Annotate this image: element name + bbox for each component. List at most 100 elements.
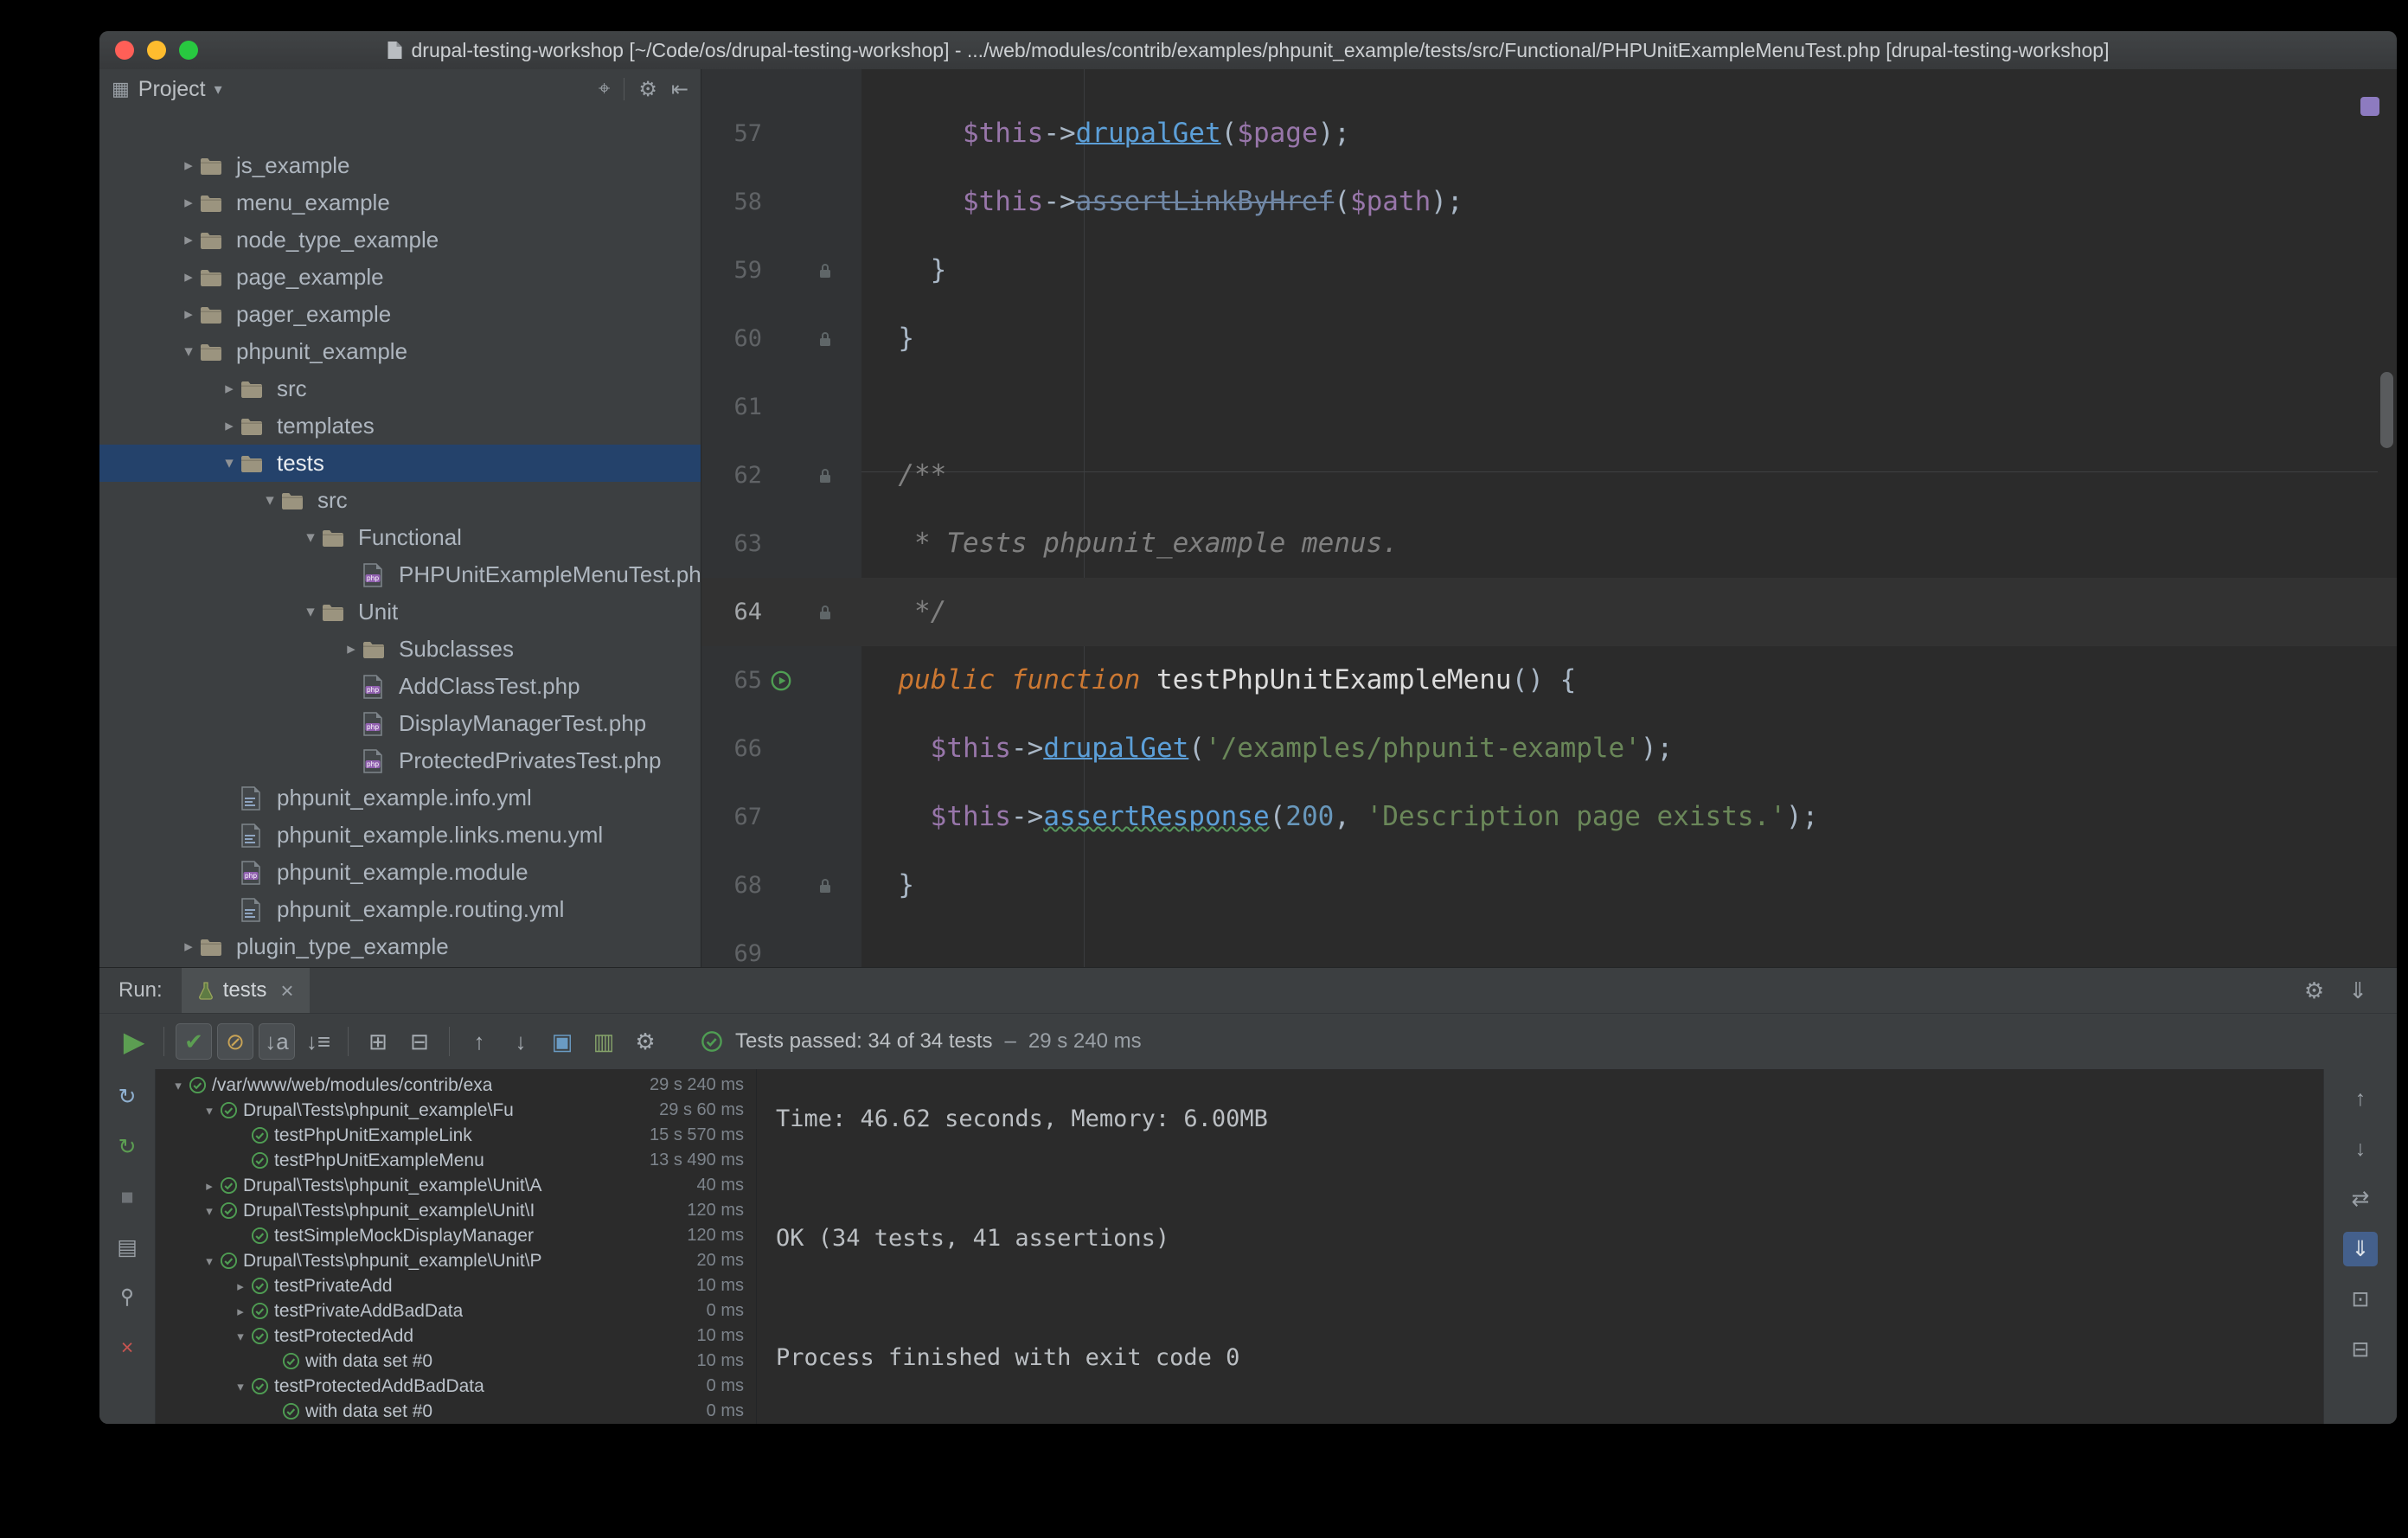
next-occurrence-icon[interactable]: ↓ bbox=[503, 1023, 539, 1060]
tree-arrow-icon[interactable]: ▸ bbox=[199, 1178, 220, 1194]
close-window-button[interactable] bbox=[115, 41, 134, 60]
project-tree-item-Unit[interactable]: ▾ Unit bbox=[99, 593, 701, 631]
hide-panel-icon[interactable]: ⇤ bbox=[671, 77, 688, 102]
locate-file-icon[interactable]: ⌖ bbox=[599, 77, 611, 101]
test-tree-item-with-data-set-#0[interactable]: with data set #0 0 ms bbox=[156, 1399, 756, 1424]
test-tree-item-testPhpUnitExampleMenu[interactable]: testPhpUnitExampleMenu 13 s 490 ms bbox=[156, 1148, 756, 1173]
project-tree-item-src[interactable]: ▸ src bbox=[99, 370, 701, 407]
scroll-down-icon[interactable]: ↓ bbox=[2343, 1131, 2378, 1166]
editor-line-69[interactable]: 69 bbox=[701, 920, 2397, 967]
pin-icon[interactable] bbox=[112, 1282, 143, 1313]
project-tree-item-node_type_example[interactable]: ▸ node_type_example bbox=[99, 221, 701, 259]
test-tree-item-Drupal-Tests-phpunit-example-Unit-A[interactable]: ▸ Drupal\Tests\phpunit_example\Unit\A 40 m… bbox=[156, 1173, 756, 1198]
editor-line-63[interactable]: 63 * Tests phpunit_example menus. bbox=[701, 509, 2397, 578]
zoom-window-button[interactable] bbox=[179, 41, 198, 60]
editor-line-59[interactable]: 59 } bbox=[701, 236, 2397, 304]
test-tree-item--var-www-web-modules-contrib-exa[interactable]: ▾ /var/www/web/modules/contrib/exa 29 s 24… bbox=[156, 1073, 756, 1098]
project-panel-title[interactable]: Project bbox=[138, 77, 206, 102]
console-icon[interactable]: ▤ bbox=[112, 1232, 143, 1263]
stop-icon[interactable]: ■ bbox=[112, 1182, 143, 1213]
editor-line-65[interactable]: 65 public function testPhpUnitExampleMen… bbox=[701, 646, 2397, 715]
inspection-indicator[interactable] bbox=[2360, 97, 2379, 116]
chevron-down-icon[interactable]: ▾ bbox=[215, 80, 222, 99]
test-settings-gear-icon[interactable]: ⚙ bbox=[627, 1023, 663, 1060]
test-tree-item-testPrivateAdd[interactable]: ▸ testPrivateAdd 10 ms bbox=[156, 1273, 756, 1298]
tree-arrow-icon[interactable]: ▾ bbox=[199, 1203, 220, 1219]
dock-pinned-icon[interactable]: ⇓ bbox=[2348, 977, 2367, 1004]
tree-arrow-icon[interactable]: ▸ bbox=[230, 1304, 251, 1319]
project-tree-item-templates[interactable]: ▸ templates bbox=[99, 407, 701, 445]
project-tree-item-Functional[interactable]: ▾ Functional bbox=[99, 519, 701, 556]
run-test-gutter-icon[interactable] bbox=[769, 669, 793, 693]
settings-gear-icon[interactable]: ⚙ bbox=[638, 77, 657, 102]
run-tab-tests[interactable]: tests × bbox=[181, 968, 310, 1013]
print-icon[interactable]: ⊡ bbox=[2343, 1282, 2378, 1317]
tree-arrow-icon[interactable]: ▸ bbox=[230, 1278, 251, 1294]
show-passed-icon[interactable]: ✔ bbox=[176, 1023, 212, 1060]
tree-arrow-icon[interactable]: ▸ bbox=[218, 370, 240, 407]
minimize-window-button[interactable] bbox=[147, 41, 166, 60]
project-tree-item-AddClassTest.php[interactable]: php AddClassTest.php bbox=[99, 668, 701, 705]
project-tree-item-src[interactable]: ▾ src bbox=[99, 482, 701, 519]
tree-arrow-icon[interactable]: ▸ bbox=[177, 928, 200, 965]
close-tab-icon[interactable]: × bbox=[280, 977, 293, 1004]
test-tree-item-testProtectedAddBadData[interactable]: ▾ testProtectedAddBadData 0 ms bbox=[156, 1374, 756, 1399]
tree-arrow-icon[interactable]: ▾ bbox=[299, 593, 322, 631]
project-tree-item-tests[interactable]: ▾ tests bbox=[99, 445, 701, 482]
tree-arrow-icon[interactable]: ▸ bbox=[177, 221, 200, 259]
tree-arrow-icon[interactable]: ▾ bbox=[230, 1379, 251, 1394]
tree-arrow-icon[interactable]: ▸ bbox=[177, 147, 200, 184]
editor-line-61[interactable]: 61 bbox=[701, 373, 2397, 441]
tree-arrow-icon[interactable]: ▸ bbox=[177, 259, 200, 296]
editor-line-64[interactable]: 64 */ bbox=[701, 578, 2397, 646]
editor-line-62[interactable]: 62 /** bbox=[701, 441, 2397, 509]
import-test-results-icon[interactable]: ▥ bbox=[586, 1023, 622, 1060]
tree-arrow-icon[interactable]: ▸ bbox=[340, 631, 362, 668]
project-tree-item-page_example[interactable]: ▸ page_example bbox=[99, 259, 701, 296]
project-tree-item-pager_example[interactable]: ▸ pager_example bbox=[99, 296, 701, 333]
run-button[interactable]: ▶ bbox=[116, 1023, 152, 1060]
sort-by-duration-icon[interactable]: ↓≡ bbox=[300, 1023, 336, 1060]
project-tree-item-PHPUnitExampleMenuTest.php[interactable]: php PHPUnitExampleMenuTest.php bbox=[99, 556, 701, 593]
show-ignored-icon[interactable]: ⊘ bbox=[217, 1023, 253, 1060]
expand-all-icon[interactable]: ⊞ bbox=[360, 1023, 396, 1060]
scroll-up-icon[interactable]: ↑ bbox=[2343, 1081, 2378, 1116]
rerun-icon[interactable]: ↻ bbox=[112, 1081, 143, 1112]
export-test-results-icon[interactable]: ▣ bbox=[544, 1023, 580, 1060]
test-tree-item-Drupal-Tests-phpunit-example-Unit-I[interactable]: ▾ Drupal\Tests\phpunit_example\Unit\I 120 … bbox=[156, 1198, 756, 1223]
scroll-to-end-icon[interactable]: ⇓ bbox=[2343, 1232, 2378, 1266]
close-icon[interactable]: × bbox=[112, 1332, 143, 1363]
test-tree-item-testPhpUnitExampleLink[interactable]: testPhpUnitExampleLink 15 s 570 ms bbox=[156, 1123, 756, 1148]
test-tree-item-Drupal-Tests-phpunit-example-Fu[interactable]: ▾ Drupal\Tests\phpunit_example\Fu 29 s 60 … bbox=[156, 1098, 756, 1123]
clear-all-icon[interactable]: ⊟ bbox=[2343, 1332, 2378, 1367]
test-tree-item-testPrivateAddBadData[interactable]: ▸ testPrivateAddBadData 0 ms bbox=[156, 1298, 756, 1323]
editor-scrollbar[interactable] bbox=[2380, 372, 2393, 448]
editor-line-57[interactable]: 57 $this->drupalGet($page); bbox=[701, 99, 2397, 168]
collapse-all-icon[interactable]: ⊟ bbox=[401, 1023, 438, 1060]
project-tree-item-phpunit_example.module[interactable]: php phpunit_example.module bbox=[99, 854, 701, 891]
editor-line-58[interactable]: 58 $this->assertLinkByHref($path); bbox=[701, 168, 2397, 236]
tree-arrow-icon[interactable]: ▾ bbox=[168, 1078, 189, 1093]
test-tree-item-testProtectedAdd[interactable]: ▾ testProtectedAdd 10 ms bbox=[156, 1323, 756, 1349]
project-tree-item-Subclasses[interactable]: ▸ Subclasses bbox=[99, 631, 701, 668]
editor-line-68[interactable]: 68 } bbox=[701, 851, 2397, 920]
tree-arrow-icon[interactable]: ▾ bbox=[199, 1253, 220, 1269]
project-tree-item-phpunit_example[interactable]: ▾ phpunit_example bbox=[99, 333, 701, 370]
editor-line-67[interactable]: 67 $this->assertResponse(200, 'Descripti… bbox=[701, 783, 2397, 851]
tree-arrow-icon[interactable]: ▸ bbox=[218, 407, 240, 445]
project-tree-item-js_example[interactable]: ▸ js_example bbox=[99, 147, 701, 184]
project-tree-item-phpunit_example.info.yml[interactable]: phpunit_example.info.yml bbox=[99, 779, 701, 817]
tree-arrow-icon[interactable]: ▸ bbox=[177, 296, 200, 333]
sort-alphabetically-icon[interactable]: ↓a bbox=[259, 1023, 295, 1060]
project-tree-item-ProtectedPrivatesTest.php[interactable]: php ProtectedPrivatesTest.php bbox=[99, 742, 701, 779]
project-tree-item-phpunit_example.routing.yml[interactable]: phpunit_example.routing.yml bbox=[99, 891, 701, 928]
tree-arrow-icon[interactable]: ▾ bbox=[218, 445, 240, 482]
editor-line-66[interactable]: 66 $this->drupalGet('/examples/phpunit-e… bbox=[701, 715, 2397, 783]
project-tree-item-plugin_type_example[interactable]: ▸ plugin_type_example bbox=[99, 928, 701, 965]
project-tree-item-menu_example[interactable]: ▸ menu_example bbox=[99, 184, 701, 221]
test-tree-item-testSimpleMockDisplayManager[interactable]: testSimpleMockDisplayManager 120 ms bbox=[156, 1223, 756, 1248]
previous-occurrence-icon[interactable]: ↑ bbox=[461, 1023, 497, 1060]
rerun-failed-icon[interactable]: ↻ bbox=[112, 1131, 143, 1163]
editor-code-area[interactable]: 57 $this->drupalGet($page); 58 $this->ass… bbox=[701, 69, 2397, 967]
settings-gear-icon[interactable]: ⚙ bbox=[2304, 977, 2324, 1004]
